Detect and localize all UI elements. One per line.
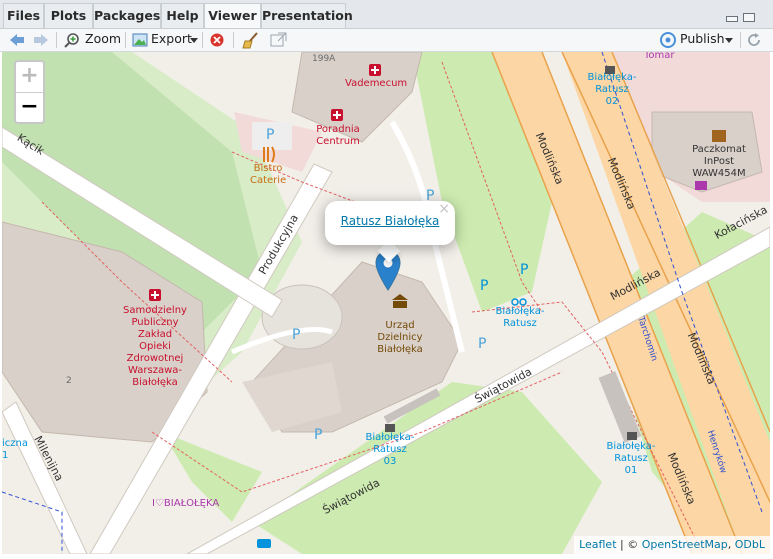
forward-arrow-icon[interactable] <box>32 32 50 54</box>
parking-icon-5: P <box>314 427 322 443</box>
svg-text:P: P <box>520 262 528 278</box>
svg-text:P: P <box>478 336 486 352</box>
taxi-icon <box>257 539 271 548</box>
back-arrow-icon[interactable] <box>8 32 26 54</box>
bus-stop-icon-3 <box>627 432 637 440</box>
clear-viewer-icon[interactable] <box>209 32 225 54</box>
tab-presentation[interactable]: Presentation <box>261 3 353 28</box>
tab-plots[interactable]: Plots <box>44 3 93 28</box>
publish-icon <box>660 32 676 48</box>
odbl-link[interactable]: ODbL <box>735 538 765 551</box>
svg-text:P: P <box>266 127 274 143</box>
marker-popup: Ratusz Białołęka × <box>325 201 455 245</box>
clinic-icon <box>331 109 343 121</box>
tab-help[interactable]: Help <box>161 3 204 28</box>
popup-close-button[interactable]: × <box>438 201 450 217</box>
tab-viewer[interactable]: Viewer <box>204 3 261 28</box>
zoom-in-button[interactable]: + <box>16 62 43 93</box>
refresh-viewer-icon[interactable] <box>746 32 762 54</box>
pane-tab-bar: Files Plots Packages Help Viewer Present… <box>0 0 773 29</box>
hospital-icon <box>149 289 161 301</box>
publish-button[interactable]: Publish <box>680 29 725 51</box>
svg-text:P: P <box>480 278 488 294</box>
bike-parking-icon: P <box>480 278 488 294</box>
parking-icon-4: P <box>478 336 486 352</box>
maximize-pane-icon[interactable] <box>743 13 755 22</box>
shop-icon <box>695 181 707 190</box>
minimize-pane-icon[interactable] <box>726 16 738 22</box>
bike-parking-icon-2: P <box>520 262 528 278</box>
svg-text:P: P <box>292 327 300 343</box>
broom-icon[interactable] <box>242 31 260 53</box>
parcel-locker-icon <box>712 130 726 142</box>
zoom-out-button[interactable]: − <box>16 93 43 123</box>
openstreetmap-link[interactable]: OpenStreetMap <box>642 538 728 551</box>
popup-link[interactable]: Ratusz Białołęka <box>325 214 455 228</box>
svg-text:P: P <box>314 427 322 443</box>
export-button[interactable]: Export <box>151 29 192 51</box>
popout-viewer-icon[interactable] <box>270 32 287 54</box>
zoom-button[interactable]: Zoom <box>85 29 121 51</box>
bus-stop-icon-2 <box>385 424 395 432</box>
bus-stop-icon <box>605 66 615 74</box>
tab-packages[interactable]: Packages <box>93 3 161 28</box>
map-tiles[interactable]: P P P P P P P <box>2 52 770 554</box>
zoom-icon <box>64 33 79 48</box>
parking-icon: P <box>266 127 274 143</box>
map-attribution: Leaflet | © OpenStreetMap, ODbL <box>574 536 770 554</box>
zoom-control: + − <box>14 60 45 124</box>
viewer-toolbar: Zoom Export Publish <box>0 29 773 52</box>
leaflet-link[interactable]: Leaflet <box>579 538 616 551</box>
leaflet-map[interactable]: P P P P P P P Vademecum 199A Poradnia Cen… <box>2 52 770 554</box>
tab-files[interactable]: Files <box>3 3 44 28</box>
pharmacy-icon <box>369 64 381 76</box>
parking-icon-3: P <box>292 327 300 343</box>
